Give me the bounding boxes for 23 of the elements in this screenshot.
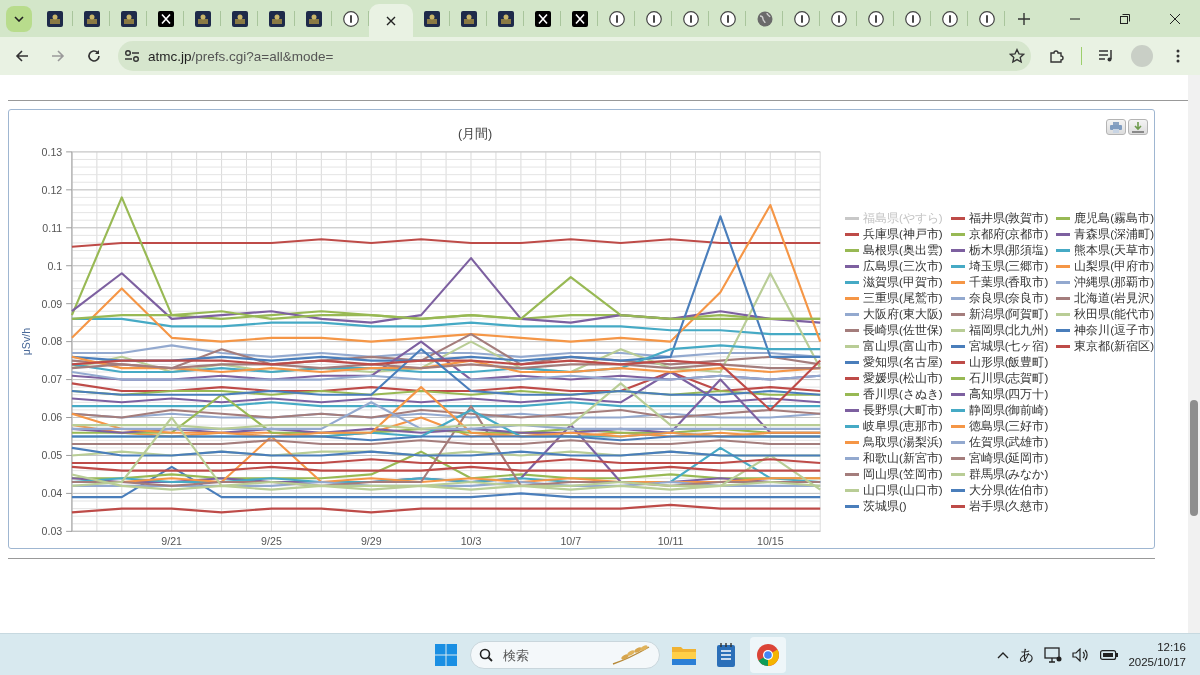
- y-tick-label: 0.11: [42, 221, 63, 234]
- x-tick-label: 10/3: [460, 534, 482, 547]
- clock-date: 2025/10/17: [1128, 655, 1186, 670]
- y-tick-label: 0.06: [41, 411, 63, 424]
- y-tick-label: 0.12: [41, 183, 63, 196]
- url-text: atmc.jp/prefs.cgi?a=all&mode=: [148, 48, 335, 64]
- x-tick-label: 9/29: [360, 534, 382, 547]
- y-tick-label: 0.13: [41, 145, 63, 158]
- x-tick-label: 10/7: [560, 534, 582, 547]
- y-tick-label: 0.09: [41, 297, 63, 310]
- clock-time: 12:16: [1157, 640, 1186, 655]
- x-tick-label: 9/21: [161, 534, 183, 547]
- y-tick-label: 0.03: [41, 525, 63, 538]
- y-tick-label: 0.04: [41, 487, 63, 500]
- y-axis-label: μSv/h: [20, 327, 33, 356]
- y-tick-label: 0.1: [47, 259, 63, 272]
- x-tick-label: 9/25: [261, 534, 282, 547]
- x-tick-label: 10/15: [757, 534, 784, 547]
- y-tick-label: 0.05: [41, 449, 63, 462]
- chart-title: (月間): [457, 127, 493, 142]
- y-tick-label: 0.08: [41, 335, 63, 348]
- y-tick-label: 0.07: [41, 373, 63, 386]
- x-tick-label: 10/11: [657, 534, 684, 547]
